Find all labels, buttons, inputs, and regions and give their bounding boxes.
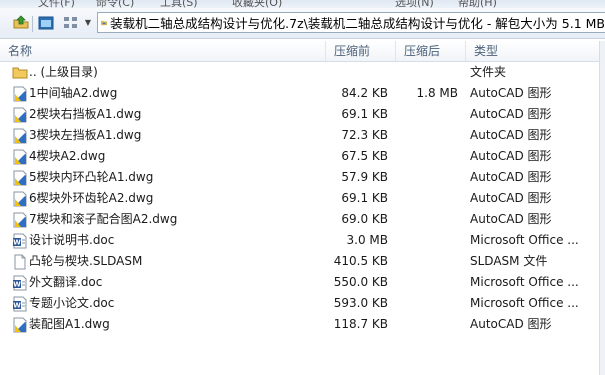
file-row[interactable]: W 外文翻译.doc 550.0 KB Microsoft Office ... — [0, 272, 605, 293]
file-row[interactable]: 7楔块和滚子配合图A2.dwg 69.0 KB AutoCAD 图形 — [0, 209, 605, 230]
file-row[interactable]: 1中间轴A2.dwg 84.2 KB 1.8 MB AutoCAD 图形 — [0, 83, 605, 104]
dwg-icon — [12, 191, 28, 207]
column-type[interactable]: 类型 — [466, 41, 599, 61]
file-size: 69.1 KB — [341, 191, 388, 205]
view-options-icon[interactable] — [62, 14, 80, 32]
address-path[interactable]: 装载机二轴总成结构设计与优化.7z\装载机二轴总成结构设计与优化 - 解包大小为… — [110, 13, 605, 32]
doc-icon: W — [12, 275, 28, 291]
menu-item-file[interactable]: 文件(F) — [38, 0, 75, 8]
file-row[interactable]: 5楔块内环凸轮A1.dwg 57.9 KB AutoCAD 图形 — [0, 167, 605, 188]
file-name: .. (上级目录) — [29, 65, 98, 79]
file-name: 凸轮与楔块.SLDASM — [29, 254, 143, 268]
file-size: 69.1 KB — [341, 107, 388, 121]
file-row[interactable]: 3楔块左挡板A1.dwg 72.3 KB AutoCAD 图形 — [0, 125, 605, 146]
file-type: AutoCAD 图形 — [470, 128, 552, 142]
file-size: 84.2 KB — [341, 86, 388, 100]
file-row[interactable]: W 专题小论文.doc 593.0 KB Microsoft Office ... — [0, 293, 605, 314]
file-row[interactable]: .. (上级目录) 文件夹 — [0, 62, 605, 83]
file-row[interactable]: 装配图A1.dwg 118.7 KB AutoCAD 图形 — [0, 314, 605, 335]
toolbar-separator — [32, 16, 33, 32]
toolbar: ▼ 装载机二轴总成结构设计与优化.7z\装载机二轴总成结构设计与优化 - 解包大… — [0, 8, 605, 39]
file-type: AutoCAD 图形 — [470, 170, 552, 184]
column-header: 名称 压缩前 压缩后 类型 — [0, 41, 605, 62]
folder-icon — [12, 65, 28, 81]
file-size: 593.0 KB — [333, 296, 388, 310]
file-type: Microsoft Office ... — [470, 275, 579, 289]
dwg-icon — [12, 128, 28, 144]
file-type: AutoCAD 图形 — [470, 86, 552, 100]
file-type: AutoCAD 图形 — [470, 191, 552, 205]
column-name[interactable]: 名称 — [0, 41, 326, 61]
file-row[interactable]: 6楔块外环齿轮A2.dwg 69.1 KB AutoCAD 图形 — [0, 188, 605, 209]
column-size[interactable]: 压缩前 — [326, 41, 396, 61]
menu-item-tools[interactable]: 工具(S) — [160, 0, 198, 8]
column-packed-size[interactable]: 压缩后 — [396, 41, 466, 61]
file-type: AutoCAD 图形 — [470, 107, 552, 121]
file-name: 3楔块左挡板A1.dwg — [29, 128, 142, 142]
address-bar[interactable]: 装载机二轴总成结构设计与优化.7z\装载机二轴总成结构设计与优化 - 解包大小为… — [97, 12, 605, 33]
svg-text:W: W — [13, 281, 21, 289]
dwg-icon — [12, 149, 28, 165]
file-type: AutoCAD 图形 — [470, 149, 552, 163]
dwg-icon — [12, 86, 28, 102]
file-type: 文件夹 — [470, 65, 507, 79]
file-name: 设计说明书.doc — [29, 233, 115, 247]
file-size: 550.0 KB — [333, 275, 388, 289]
file-name: 专题小论文.doc — [29, 296, 115, 310]
dwg-icon — [12, 107, 28, 123]
file-size: 57.9 KB — [341, 170, 388, 184]
file-row[interactable]: W 设计说明书.doc 3.0 MB Microsoft Office ... — [0, 230, 605, 251]
menu-bar: 文件(F) 命令(C) 工具(S) 收藏夹(O) 选项(N) 帮助(H) — [0, 0, 605, 8]
dwg-icon — [12, 170, 28, 186]
file-row[interactable]: 4楔块A2.dwg 67.5 KB AutoCAD 图形 — [0, 146, 605, 167]
file-name: 7楔块和滚子配合图A2.dwg — [29, 212, 178, 226]
menu-item-options[interactable]: 选项(N) — [395, 0, 434, 8]
file-size: 67.5 KB — [341, 149, 388, 163]
menu-item-command[interactable]: 命令(C) — [96, 0, 134, 8]
file-size: 3.0 MB — [346, 233, 388, 247]
up-folder-icon[interactable] — [12, 14, 30, 32]
file-size: 72.3 KB — [341, 128, 388, 142]
menu-item-favorites[interactable]: 收藏夹(O) — [232, 0, 282, 8]
blank-file-icon — [12, 254, 28, 270]
file-size: 118.7 KB — [333, 317, 388, 331]
file-type: Microsoft Office ... — [470, 296, 579, 310]
archive-folder-icon — [101, 20, 107, 25]
view-icon[interactable] — [37, 14, 55, 32]
svg-text:W: W — [13, 239, 21, 247]
file-row[interactable]: 2楔块右挡板A1.dwg 69.1 KB AutoCAD 图形 — [0, 104, 605, 125]
svg-text:W: W — [13, 302, 21, 310]
doc-icon: W — [12, 296, 28, 312]
file-name: 4楔块A2.dwg — [29, 149, 106, 163]
file-name: 外文翻译.doc — [29, 275, 103, 289]
file-name: 装配图A1.dwg — [29, 317, 110, 331]
file-name: 5楔块内环凸轮A1.dwg — [29, 170, 154, 184]
file-packed-size: 1.8 MB — [416, 86, 458, 100]
file-name: 6楔块外环齿轮A2.dwg — [29, 191, 154, 205]
file-name: 1中间轴A2.dwg — [29, 86, 118, 100]
file-type: SLDASM 文件 — [470, 254, 548, 268]
menu-item-help[interactable]: 帮助(H) — [458, 0, 497, 8]
chevron-down-icon[interactable]: ▼ — [82, 15, 94, 31]
doc-icon: W — [12, 233, 28, 249]
file-size: 69.0 KB — [341, 212, 388, 226]
dwg-icon — [12, 212, 28, 228]
file-type: Microsoft Office ... — [470, 233, 579, 247]
dwg-icon — [12, 317, 28, 333]
vertical-scrollbar[interactable] — [599, 41, 605, 375]
file-row[interactable]: 凸轮与楔块.SLDASM 410.5 KB SLDASM 文件 — [0, 251, 605, 272]
file-type: AutoCAD 图形 — [470, 212, 552, 226]
file-name: 2楔块右挡板A1.dwg — [29, 107, 142, 121]
file-size: 410.5 KB — [333, 254, 388, 268]
file-type: AutoCAD 图形 — [470, 317, 552, 331]
